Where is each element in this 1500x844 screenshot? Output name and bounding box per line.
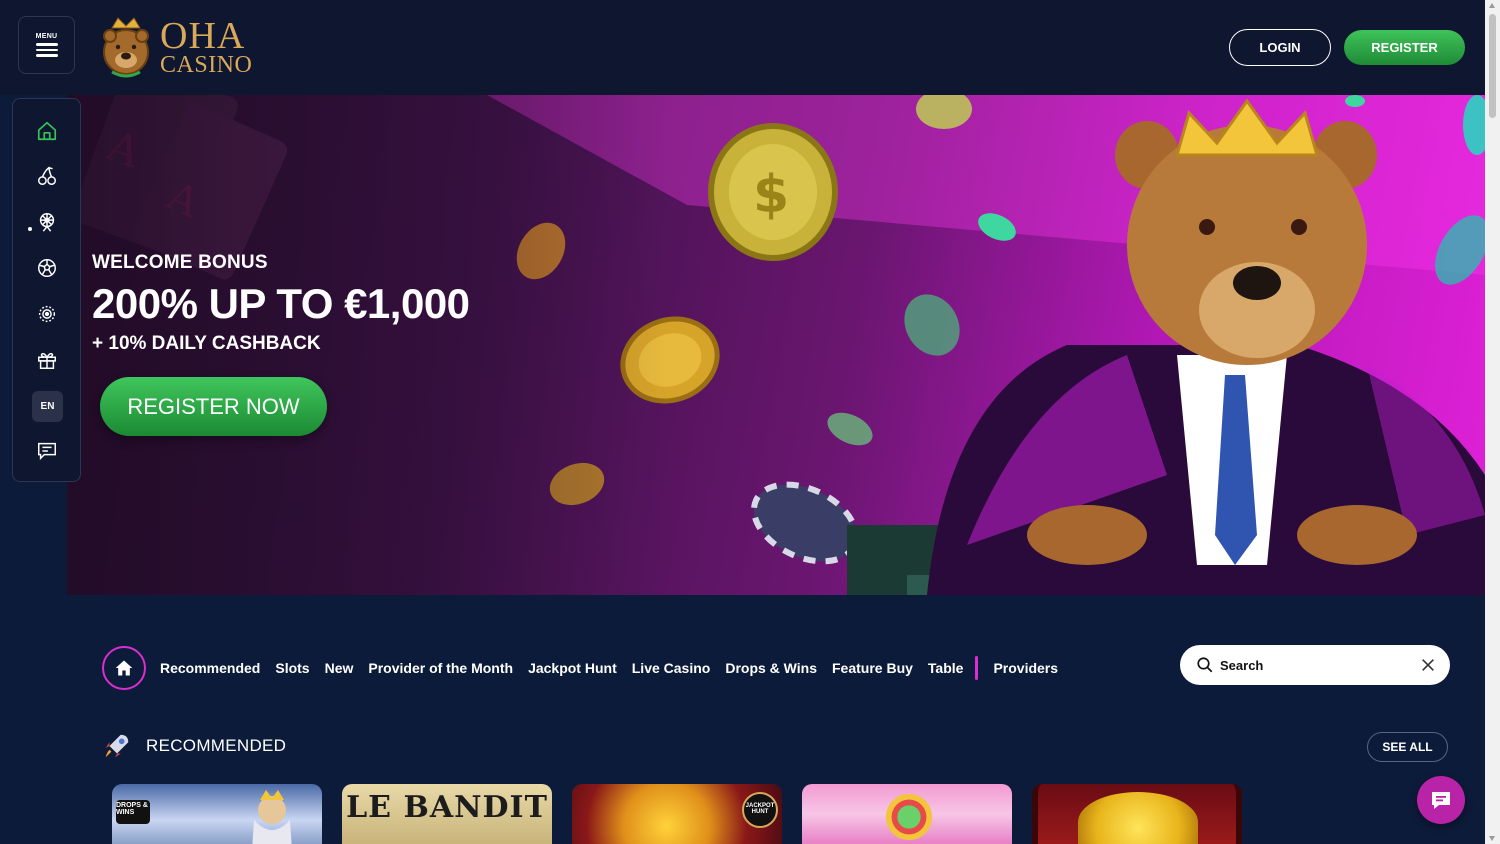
game-tile[interactable]: DROPS & WINS xyxy=(112,784,322,844)
category-feature-buy[interactable]: Feature Buy xyxy=(832,660,913,676)
sidenav-sports[interactable] xyxy=(35,256,59,280)
menu-button[interactable]: MENU xyxy=(18,16,75,74)
live-chat-button[interactable] xyxy=(1417,776,1465,824)
category-divider xyxy=(975,656,979,680)
language-button[interactable]: EN xyxy=(32,391,63,422)
recommended-header: RECOMMENDED xyxy=(102,731,286,761)
slot-reel-art xyxy=(882,790,936,844)
category-provider-of-the-month[interactable]: Provider of the Month xyxy=(368,660,513,676)
sidenav-promotions[interactable] xyxy=(35,302,59,326)
chat-icon xyxy=(1432,792,1450,809)
search-icon xyxy=(1197,657,1213,673)
target-icon xyxy=(38,305,56,323)
support-chat-icon xyxy=(38,442,56,461)
sidenav-live-casino[interactable] xyxy=(35,210,59,234)
oha-casino-logo[interactable]: OHA CASINO xyxy=(98,12,258,82)
scroll-thumb[interactable] xyxy=(1489,14,1496,118)
sidenav-support[interactable] xyxy=(35,439,59,463)
providers-link[interactable]: Providers xyxy=(993,660,1058,676)
hamburger-bar xyxy=(35,48,58,52)
category-home-button[interactable] xyxy=(102,646,146,690)
rocket-icon xyxy=(105,734,129,758)
category-slots[interactable]: Slots xyxy=(275,660,309,676)
game-categories: Recommended Slots New Provider of the Mo… xyxy=(160,656,1058,680)
welcome-bonus-banner[interactable]: A A $ xyxy=(67,95,1485,595)
game-tile[interactable]: JACKPOT HUNT xyxy=(572,784,782,844)
category-recommended[interactable]: Recommended xyxy=(160,660,260,676)
home-icon xyxy=(37,121,57,141)
tile-badge: DROPS & WINS xyxy=(116,802,148,816)
search-input[interactable] xyxy=(1220,657,1410,673)
ferris-wheel-icon xyxy=(39,213,55,232)
sidenav-home[interactable] xyxy=(35,119,59,143)
game-tile[interactable] xyxy=(802,784,1012,844)
home-icon xyxy=(115,660,133,676)
hamburger-bar xyxy=(35,54,58,57)
gift-icon xyxy=(38,352,56,369)
menu-label: MENU xyxy=(35,33,58,41)
hero-eyebrow: WELCOME BONUS xyxy=(92,252,268,273)
soccer-ball-icon xyxy=(38,259,56,277)
register-now-button[interactable]: REGISTER NOW xyxy=(100,377,327,436)
category-table[interactable]: Table xyxy=(928,660,964,676)
svg-text:$: $ xyxy=(753,165,789,225)
category-new[interactable]: New xyxy=(325,660,354,676)
hamburger-icon xyxy=(35,43,58,46)
scroll-down-arrow-icon[interactable] xyxy=(1489,836,1495,841)
gold-pile-art xyxy=(1078,792,1198,844)
game-search xyxy=(1180,645,1450,685)
sidenav-bonuses[interactable] xyxy=(35,348,59,372)
hero-title: 200% UP TO €1,000 xyxy=(92,280,470,327)
game-title: LE BANDIT xyxy=(346,790,548,825)
top-header: MENU OHA CASINO LOGIN REGISTER xyxy=(0,0,1485,95)
scroll-up-arrow-icon[interactable] xyxy=(1489,3,1495,8)
zeus-figure xyxy=(252,790,292,844)
page-scrollbar[interactable] xyxy=(1485,0,1500,844)
logo-text-casino: CASINO xyxy=(160,51,253,78)
register-button[interactable]: REGISTER xyxy=(1344,30,1465,65)
active-indicator xyxy=(28,227,32,231)
category-live-casino[interactable]: Live Casino xyxy=(632,660,711,676)
game-tile[interactable] xyxy=(1032,784,1242,844)
category-jackpot-hunt[interactable]: Jackpot Hunt xyxy=(528,660,617,676)
recommended-games: DROPS & WINS LE BANDIT JACKPOT HUNT xyxy=(112,784,1242,844)
cherry-icon xyxy=(38,166,56,185)
bear-crown-logo-icon xyxy=(103,17,149,78)
sidenav-slots[interactable] xyxy=(35,164,59,188)
category-drops-wins[interactable]: Drops & Wins xyxy=(725,660,817,676)
login-button[interactable]: LOGIN xyxy=(1229,29,1331,66)
hero-subtitle: + 10% DAILY CASHBACK xyxy=(92,333,321,354)
see-all-button[interactable]: SEE ALL xyxy=(1367,732,1448,762)
tile-badge: JACKPOT HUNT xyxy=(745,803,775,815)
close-icon[interactable] xyxy=(1420,657,1436,673)
game-tile[interactable]: LE BANDIT xyxy=(342,784,552,844)
side-navigation: EN xyxy=(12,98,81,482)
recommended-title: RECOMMENDED xyxy=(146,736,287,755)
logo-text-oha: OHA xyxy=(160,14,246,57)
